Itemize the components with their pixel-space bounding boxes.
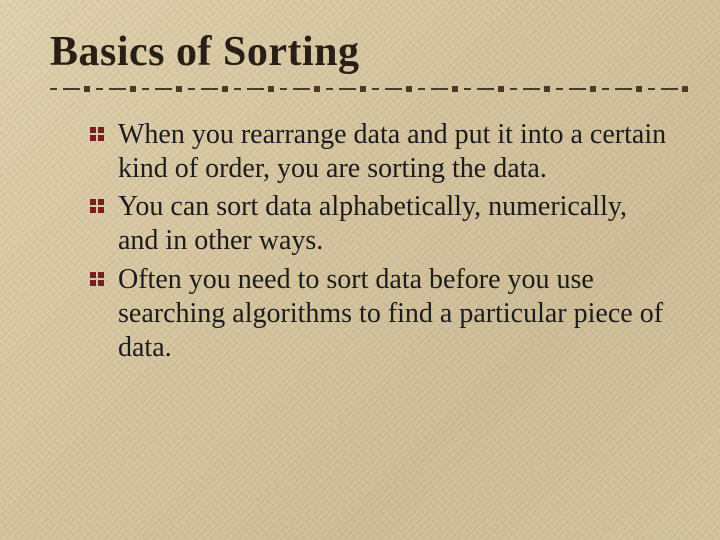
bullet-text: Often you need to sort data before you u… (118, 264, 663, 363)
list-item: When you rearrange data and put it into … (90, 118, 670, 186)
bullet-text: You can sort data alphabetically, numeri… (118, 191, 627, 256)
grid-bullet-icon (90, 199, 105, 214)
grid-bullet-icon (90, 127, 105, 142)
bullet-text: When you rearrange data and put it into … (118, 119, 666, 184)
slide: Basics of Sorting When you rearrange dat… (0, 0, 720, 540)
slide-title: Basics of Sorting (50, 28, 670, 76)
list-item: You can sort data alphabetically, numeri… (90, 190, 670, 258)
list-item: Often you need to sort data before you u… (90, 263, 670, 365)
bullet-list: When you rearrange data and put it into … (50, 118, 670, 365)
grid-bullet-icon (90, 272, 105, 287)
title-divider (50, 86, 690, 92)
